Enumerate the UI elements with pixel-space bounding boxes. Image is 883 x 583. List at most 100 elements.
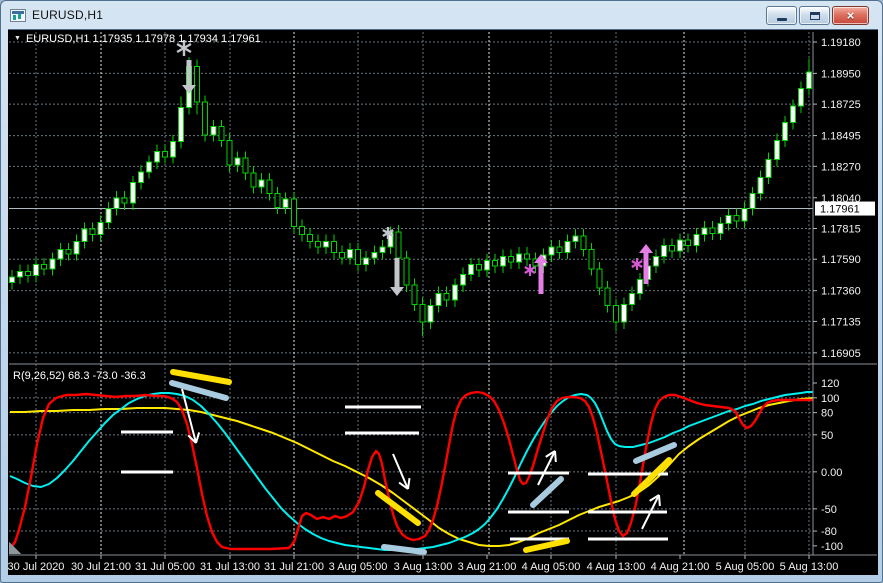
candle-body (226, 139, 233, 166)
price-axis-label: 1.18040 (821, 193, 861, 205)
price-axis-label: 1.18725 (821, 99, 861, 111)
candle-body (580, 235, 587, 251)
candle-body (661, 245, 668, 258)
candle-body (805, 71, 812, 89)
chart-info-line[interactable]: ▼ EURUSD,H1 1.17935 1.17978 1.17934 1.179… (14, 33, 261, 45)
candle-body (741, 208, 748, 222)
candle-body (475, 264, 482, 271)
candle-body (331, 240, 337, 253)
candle-body (41, 264, 48, 270)
candle-body (105, 208, 112, 223)
candle-body (234, 157, 241, 166)
candle-body (492, 260, 498, 267)
candle-body (653, 256, 659, 267)
yellow-trend-segment (523, 538, 570, 553)
candle-body (65, 249, 72, 255)
time-axis-label: 3 Aug 05:00 (329, 561, 388, 573)
minimize-icon (776, 18, 787, 21)
minimize-button[interactable] (766, 6, 797, 25)
price-axis-label: 1.17590 (821, 254, 861, 266)
candle-body (218, 126, 225, 141)
candle-body (210, 126, 217, 136)
maximize-icon (809, 11, 820, 20)
time-grid-layer (35, 32, 810, 555)
candle-body (178, 107, 185, 143)
indicator-axis-label: -80 (821, 526, 837, 538)
time-axis-label: 31 Jul 05:00 (135, 561, 195, 573)
candle-body (379, 246, 386, 253)
price-axis-label: 1.19180 (821, 37, 861, 49)
window-title: EURUSD,H1 (32, 8, 104, 22)
candle-body (202, 101, 209, 136)
close-icon: × (846, 8, 855, 23)
candle-body (749, 193, 756, 210)
candle-body (339, 251, 346, 259)
candle-body (33, 264, 40, 277)
candle-body (9, 276, 15, 283)
time-axis-label: 31 Jul 21:00 (264, 561, 324, 573)
candle-body (483, 260, 490, 271)
time-axis-label: 4 Aug 05:00 (522, 561, 581, 573)
candle-body (435, 292, 442, 307)
candle-body (733, 215, 740, 222)
bid-price-tag-text: 1.17961 (820, 204, 860, 216)
price-axis-label: 1.16905 (821, 348, 861, 360)
chart-canvas[interactable]: 1.17961 1.19180 1.18950 1.18725 1.18495 1.182… (8, 30, 878, 575)
candle-body (781, 122, 788, 141)
titlebar[interactable]: EURUSD,H1 × (1, 1, 882, 29)
candle-body (73, 240, 80, 255)
candle-body (322, 240, 329, 248)
candle-body (524, 253, 531, 260)
signals-layer (176, 40, 653, 296)
candle-body (419, 303, 426, 323)
maximize-button[interactable] (799, 6, 830, 25)
chart-client-area: 1.17961 1.19180 1.18950 1.18725 1.18495 1.182… (8, 29, 878, 575)
yellow-trend-segment (631, 457, 672, 497)
price-axis-label: 1.18950 (821, 68, 861, 80)
candle-body (685, 239, 692, 247)
candle-body (242, 157, 249, 174)
candle-body (25, 271, 32, 277)
candle-body (81, 228, 88, 242)
time-axis-label: 5 Aug 13:00 (780, 561, 839, 573)
time-axis-label: 3 Aug 21:00 (458, 561, 517, 573)
time-axis-label: 30 Jul 2020 (8, 561, 64, 573)
white-arrow-head (195, 432, 201, 444)
indicator-label: R(9,26,52) 68.3 -73.0 -36.3 (13, 370, 146, 382)
signal-down-arrow-icon (182, 60, 196, 94)
candle-body (757, 176, 764, 195)
lightblue-trend-segment (381, 544, 427, 555)
candle-body (789, 105, 796, 124)
candle-body (427, 305, 434, 323)
time-axis-label: 4 Aug 13:00 (587, 561, 646, 573)
price-axis-label: 1.17815 (821, 224, 861, 236)
candle-body (89, 228, 96, 236)
indicator-axis-label: 120 (821, 378, 839, 390)
lightblue-trend-segment (530, 476, 564, 508)
candle-body (137, 171, 144, 184)
white-arrow-head (658, 494, 661, 507)
candle-body (636, 279, 643, 294)
collapse-triangle-icon[interactable]: ▼ (14, 35, 21, 42)
candle-body (709, 227, 716, 234)
close-button[interactable]: × (832, 6, 869, 25)
candle-body (306, 234, 313, 242)
candle-body (282, 198, 289, 208)
indicator-level-layer (9, 397, 813, 532)
candle-body (395, 231, 402, 259)
candle-body (145, 161, 152, 173)
candle-body (628, 292, 635, 305)
candle-body (250, 172, 257, 188)
candle-body (548, 246, 555, 256)
candle-body (411, 284, 418, 305)
candle-body (701, 227, 708, 236)
candle-body (500, 256, 507, 267)
candle-body (669, 245, 676, 252)
candle-body (347, 249, 354, 259)
price-axis-label: 1.17135 (821, 316, 861, 328)
candle-body (556, 246, 563, 253)
candle-body (129, 182, 136, 204)
candle-body (467, 264, 474, 275)
candle-body (49, 258, 56, 270)
white-arrow-head (554, 450, 557, 463)
